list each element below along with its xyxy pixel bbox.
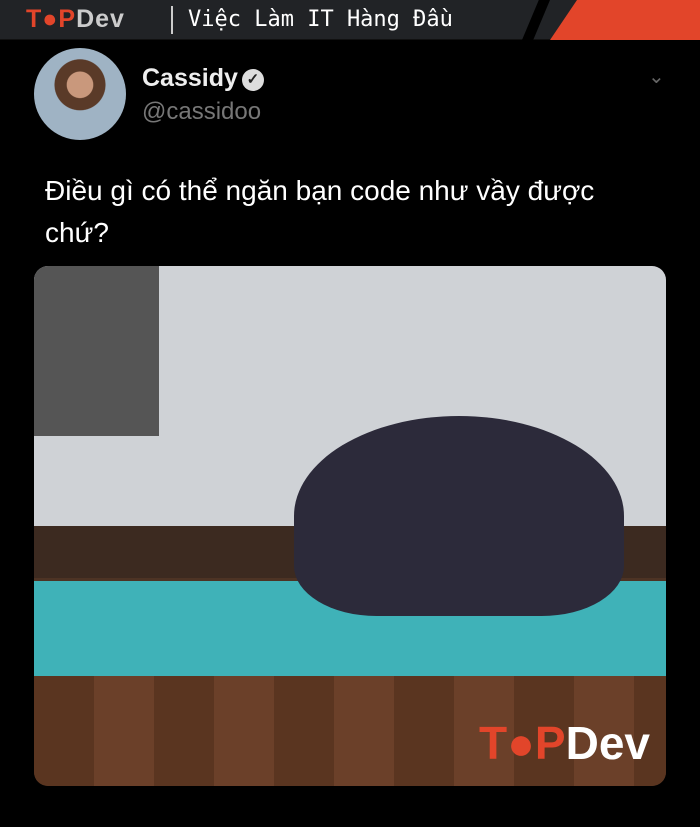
logo-p: P: [58, 5, 77, 33]
wm-t: T: [479, 717, 508, 769]
display-name-text: Cassidy: [142, 64, 238, 92]
banner-stripe: [522, 0, 550, 40]
user-handle[interactable]: @cassidoo: [142, 98, 261, 126]
tweet-text: Điều gì có thể ngăn bạn code như vầy đượ…: [45, 175, 595, 248]
chevron-down-icon[interactable]: ⌄: [648, 64, 665, 89]
topdev-watermark: T●PDev: [479, 716, 650, 770]
wm-o: ●: [507, 717, 535, 769]
banner-accent: [550, 0, 700, 40]
photo-person: [294, 416, 624, 616]
photo-oven: [34, 266, 159, 436]
topdev-logo: T●PDev: [26, 5, 125, 34]
topdev-banner: T●PDev Việc Làm IT Hàng Đầu: [0, 0, 700, 40]
tweet-photo[interactable]: T●PDev: [34, 266, 666, 786]
avatar[interactable]: [34, 48, 126, 140]
logo-t: T: [26, 5, 43, 33]
wm-dev: Dev: [565, 717, 650, 769]
divider: [171, 6, 173, 34]
display-name[interactable]: Cassidy ✓: [142, 64, 264, 93]
logo-o: ●: [42, 5, 59, 33]
wm-p: P: [534, 717, 566, 769]
logo-dev: Dev: [76, 5, 125, 33]
banner-tagline: Việc Làm IT Hàng Đầu: [188, 7, 453, 32]
verified-icon: ✓: [241, 69, 264, 91]
